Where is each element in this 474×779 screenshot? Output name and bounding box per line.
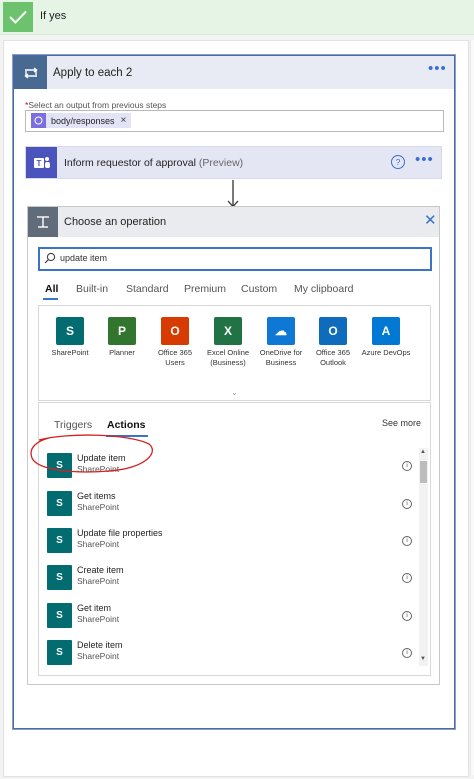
apply-to-each-title: Apply to each 2 <box>53 67 133 79</box>
scrollbar-thumb[interactable] <box>420 461 427 483</box>
inform-step-title: Inform requestor of approval (Preview) <box>64 157 244 169</box>
operation-icon <box>28 207 58 237</box>
connector-label: Azure DevOps <box>361 348 411 357</box>
action-name: Create item <box>77 565 124 575</box>
office365-users-icon: O <box>161 317 189 345</box>
info-icon[interactable]: i <box>402 611 412 621</box>
action-delete-item[interactable]: S Delete item SharePoint i <box>47 638 412 670</box>
azure-devops-icon: A <box>372 317 400 345</box>
forms-icon <box>31 113 46 128</box>
apply-to-each-header[interactable]: Apply to each 2 ••• <box>14 56 454 89</box>
sharepoint-icon: S <box>47 603 72 628</box>
info-icon[interactable]: i <box>402 536 412 546</box>
tab-built-in[interactable]: Built-in <box>76 283 108 295</box>
connector-label: Office 365 Users <box>157 348 193 367</box>
action-name: Get item <box>77 603 112 613</box>
action-connector: SharePoint <box>77 539 120 549</box>
connector-azure-devops[interactable]: A Azure DevOps <box>359 317 413 358</box>
action-update-file-properties[interactable]: S Update file properties SharePoint i <box>47 526 412 558</box>
tab-all[interactable]: All <box>45 283 58 295</box>
outlook-icon: O <box>319 317 347 345</box>
select-output-label: *Select an output from previous steps <box>25 100 167 110</box>
tab-custom[interactable]: Custom <box>241 283 277 295</box>
svg-text:T: T <box>36 159 41 168</box>
apply-to-each-card: Apply to each 2 ••• *Select an output fr… <box>13 55 455 729</box>
tab-my-clipboard[interactable]: My clipboard <box>294 283 354 295</box>
ellipsis-icon[interactable]: ••• <box>428 61 447 76</box>
close-icon[interactable]: ✕ <box>424 213 437 229</box>
search-value: update item <box>60 253 108 263</box>
connector-label: Office 365 Outlook <box>315 348 351 367</box>
arrow-down-icon <box>227 180 239 208</box>
connector-label: Planner <box>109 348 135 357</box>
connector-label: SharePoint <box>51 348 89 357</box>
connector-planner[interactable]: P Planner <box>95 317 149 358</box>
action-connector: SharePoint <box>77 502 120 512</box>
expand-connectors-chevron-icon[interactable]: ⌄ <box>38 387 431 401</box>
sharepoint-icon: S <box>47 491 72 516</box>
action-name: Delete item <box>77 640 123 650</box>
action-connector: SharePoint <box>77 651 120 661</box>
info-icon[interactable]: i <box>402 461 412 471</box>
action-name: Update file properties <box>77 528 163 538</box>
see-more-link[interactable]: See more <box>382 418 421 428</box>
action-get-items[interactable]: S Get items SharePoint i <box>47 489 412 521</box>
help-icon[interactable]: ? <box>391 155 405 169</box>
actions-scrollbar[interactable]: ▲ ▼ <box>419 448 428 666</box>
tab-standard[interactable]: Standard <box>126 283 169 295</box>
connector-sharepoint[interactable]: S SharePoint <box>43 317 97 358</box>
action-connector: SharePoint <box>77 576 120 586</box>
sharepoint-icon: S <box>56 317 84 345</box>
ellipsis-icon[interactable]: ••• <box>415 152 434 167</box>
dynamic-content-token[interactable]: body/responses × <box>31 113 132 128</box>
search-icon <box>44 252 56 264</box>
inform-requestor-step[interactable]: T Inform requestor of approval (Preview)… <box>25 146 442 179</box>
scroll-down-icon[interactable]: ▼ <box>420 656 426 662</box>
info-icon[interactable]: i <box>402 573 412 583</box>
token-remove-icon[interactable]: × <box>121 115 127 126</box>
choose-operation-header: Choose an operation ✕ <box>28 207 439 237</box>
search-input[interactable]: update item <box>38 247 432 271</box>
connector-onedrive[interactable]: ☁ OneDrive for Business <box>254 317 308 367</box>
tab-premium[interactable]: Premium <box>184 283 226 295</box>
highlight-circle-annotation <box>30 434 153 473</box>
condition-yes-header[interactable]: If yes <box>0 0 474 35</box>
action-get-item[interactable]: S Get item SharePoint i <box>47 601 412 633</box>
connector-label: OneDrive for Business <box>259 348 303 367</box>
active-tab-indicator <box>43 298 58 300</box>
action-create-item[interactable]: S Create item SharePoint i <box>47 563 412 595</box>
sharepoint-icon: S <box>47 640 72 665</box>
sharepoint-icon: S <box>47 565 72 590</box>
action-connector: SharePoint <box>77 614 120 624</box>
loop-icon <box>14 56 47 89</box>
connectors-panel: S SharePoint P Planner O Office 365 User… <box>38 305 431 388</box>
tab-triggers[interactable]: Triggers <box>54 419 92 431</box>
connector-label: Excel Online (Business) <box>206 348 250 367</box>
connector-outlook[interactable]: O Office 365 Outlook <box>306 317 360 367</box>
choose-operation-title: Choose an operation <box>64 216 167 228</box>
action-name: Get items <box>77 491 116 501</box>
checkmark-icon <box>3 2 33 32</box>
sharepoint-icon: S <box>47 528 72 553</box>
scroll-up-icon[interactable]: ▲ <box>420 449 426 455</box>
planner-icon: P <box>108 317 136 345</box>
onedrive-icon: ☁ <box>267 317 295 345</box>
connector-office365-users[interactable]: O Office 365 Users <box>148 317 202 367</box>
connector-excel-online[interactable]: X Excel Online (Business) <box>201 317 255 367</box>
teams-icon: T <box>26 147 57 178</box>
canvas-edge <box>470 40 474 775</box>
excel-icon: X <box>214 317 242 345</box>
info-icon[interactable]: i <box>402 499 412 509</box>
info-icon[interactable]: i <box>402 648 412 658</box>
token-label: body/responses <box>51 115 115 126</box>
condition-yes-label: If yes <box>40 10 67 22</box>
tab-actions[interactable]: Actions <box>107 419 146 431</box>
select-output-field[interactable]: body/responses × <box>25 110 444 132</box>
